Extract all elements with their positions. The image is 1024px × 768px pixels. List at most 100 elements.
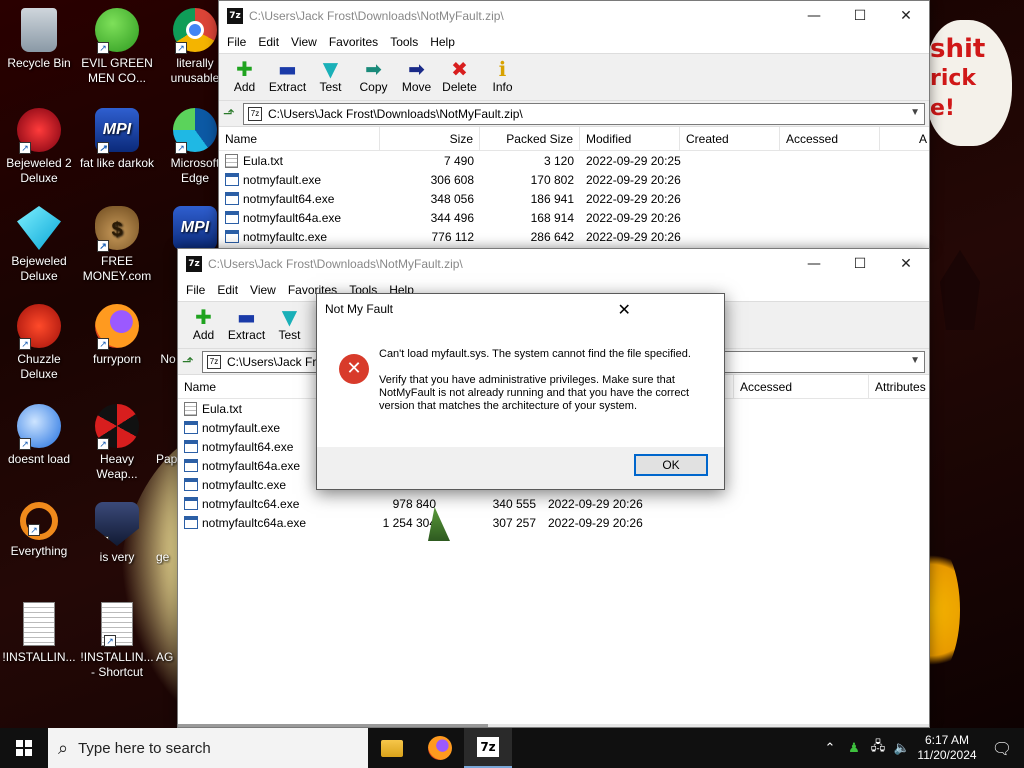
folder-up-icon[interactable]: ⬏ (223, 106, 243, 122)
table-row[interactable]: notmyfault64a.exe 344 496 168 914 2022-09-2… (219, 208, 929, 227)
move-button[interactable]: ➡ Move (395, 54, 438, 94)
extract-button[interactable]: ▬ Extract (266, 54, 309, 94)
clock-time: 6:17 AM (924, 733, 970, 747)
col-accessed[interactable]: Accessed (733, 375, 869, 398)
user-icon[interactable]: ♟ (842, 741, 866, 756)
desktop-icon-bejeweled-2[interactable]: ↗ Bejeweled 2 Deluxe (0, 108, 78, 186)
exe-file-icon (184, 440, 198, 453)
close-icon[interactable]: ✕ (883, 1, 929, 31)
minimize-icon[interactable]: — (791, 1, 837, 31)
test-label: Test (278, 328, 301, 342)
desktop-icon-everything[interactable]: ↗ Everything (0, 502, 78, 559)
table-row[interactable]: notmyfault64.exe 348 056 186 941 2022-09-29… (219, 189, 929, 208)
col-size[interactable]: Size (380, 127, 480, 150)
search-box[interactable]: ⌕ Type here to search (48, 728, 368, 768)
desktop: shit rick e! Recycle Bin ↗ EVIL GREEN MEN… (0, 0, 1024, 728)
desktop-icon-bejeweled[interactable]: Bejeweled Deluxe (0, 206, 78, 284)
desktop-icon-recycle-bin[interactable]: Recycle Bin (0, 8, 78, 71)
desktop-icon-fat-like-darkok[interactable]: MPI ↗ fat like darkok (78, 108, 156, 171)
maximize-icon[interactable]: ☐ (837, 1, 883, 31)
menu-view[interactable]: View (285, 35, 323, 49)
clock[interactable]: 6:17 AM 11/20/2024 (914, 733, 980, 763)
network-icon[interactable]: 🖧 (866, 737, 890, 759)
desktop-icon-installing-shortcut[interactable]: ↗ !INSTALLIN... - Shortcut (78, 602, 156, 680)
col-accessed[interactable]: Accessed (780, 127, 880, 150)
shortcut-arrow-icon: ↗ (97, 42, 109, 54)
shield-icon: ↗ (95, 502, 139, 546)
table-row[interactable]: notmyfaultc64.exe 978 840 340 555 2022-09-2… (178, 494, 929, 513)
copy-button[interactable]: ➡ Copy (352, 54, 395, 94)
start-button[interactable] (0, 728, 48, 768)
back-7zip-window[interactable]: 7z C:\Users\Jack Frost\Downloads\NotMyFau… (218, 0, 930, 250)
file-packed: 286 642 (530, 229, 574, 244)
close-icon[interactable]: ✕ (525, 300, 725, 319)
add-button[interactable]: ✚ Add (182, 302, 225, 342)
chevron-down-icon[interactable]: ▼ (910, 355, 920, 366)
shortcut-arrow-icon: ↗ (175, 42, 187, 54)
table-row[interactable]: notmyfaultc64a.exe 1 254 304 307 257 2022-0… (178, 513, 929, 532)
dialog-titlebar[interactable]: Not My Fault ✕ (317, 294, 724, 324)
folder-up-icon[interactable]: ⬏ (182, 354, 202, 370)
menu-edit[interactable]: Edit (211, 283, 244, 297)
menu-help[interactable]: Help (424, 35, 461, 49)
desktop-icon-chuzzle[interactable]: ↗ Chuzzle Deluxe (0, 304, 78, 382)
maximize-icon[interactable]: ☐ (837, 249, 883, 279)
desktop-icon-heavy-weapon[interactable]: ↗ Heavy Weap... (78, 404, 156, 482)
exe-file-icon (184, 421, 198, 434)
taskbar-7zip[interactable]: 7z (464, 728, 512, 768)
desktop-icon-installing[interactable]: !INSTALLIN... (0, 602, 78, 665)
money-bag-icon: $ ↗ (95, 206, 139, 252)
col-modified[interactable]: Modified (580, 127, 680, 150)
taskbar-firefox[interactable] (416, 728, 464, 768)
file-packed: 168 914 (530, 210, 574, 225)
titlebar[interactable]: 7z C:\Users\Jack Frost\Downloads\NotMyFau… (178, 249, 929, 279)
ok-button[interactable]: OK (634, 454, 708, 476)
menu-favorites[interactable]: Favorites (323, 35, 384, 49)
col-created[interactable]: Created (680, 127, 780, 150)
desktop-icon-is-very[interactable]: ↗ is very (78, 502, 156, 565)
menu-edit[interactable]: Edit (252, 35, 285, 49)
desktop-icon-furryporn[interactable]: ↗ furryporn (78, 304, 156, 367)
edge-icon: ↗ (173, 108, 217, 154)
menu-file[interactable]: File (180, 283, 211, 297)
scrollbar-thumb[interactable] (178, 724, 488, 727)
error-dialog[interactable]: Not My Fault ✕ ✕ Can't load myfault.sys. … (316, 293, 725, 490)
col-name[interactable]: Name (219, 127, 380, 150)
extract-button[interactable]: ▬ Extract (225, 302, 268, 342)
taskbar-file-explorer[interactable] (368, 728, 416, 768)
file-modified: 2022-09-29 20:25 (586, 153, 681, 168)
col-packed-size[interactable]: Packed Size (480, 127, 580, 150)
menu-view[interactable]: View (244, 283, 282, 297)
file-name: notmyfault.exe (243, 172, 322, 187)
file-size: 776 112 (431, 229, 475, 244)
desktop-icon-free-money[interactable]: $ ↗ FREE MONEY.com (78, 206, 156, 284)
table-row[interactable]: notmyfault.exe 306 608 170 802 2022-09-29 2… (219, 170, 929, 189)
file-modified: 2022-09-29 20:26 (586, 191, 681, 206)
table-row[interactable]: Eula.txt 7 490 3 120 2022-09-29 20:25 (219, 151, 929, 170)
col-attributes[interactable]: Attributes (869, 375, 929, 398)
notification-icon[interactable]: 🗨 (980, 739, 1024, 758)
info-button[interactable]: ℹ Info (481, 54, 524, 94)
col-attributes[interactable]: A (880, 127, 929, 150)
desktop-icon-evil-green-men[interactable]: ↗ EVIL GREEN MEN CO... (78, 8, 156, 86)
system-tray: ⌃ ♟ 🖧 🔈 6:17 AM 11/20/2024 🗨 (818, 728, 1024, 768)
close-icon[interactable]: ✕ (883, 249, 929, 279)
chevron-up-icon[interactable]: ⌃ (818, 741, 842, 756)
delete-button[interactable]: ✖ Delete (438, 54, 481, 94)
menu-file[interactable]: File (221, 35, 252, 49)
address-bar: ⬏ 7z C:\Users\Jack Frost\Downloads\NotMyFa… (219, 101, 929, 127)
table-row[interactable]: notmyfaultc.exe 776 112 286 642 2022-09-29 … (219, 227, 929, 246)
chevron-down-icon[interactable]: ▼ (910, 107, 920, 118)
titlebar[interactable]: 7z C:\Users\Jack Frost\Downloads\NotMyFau… (219, 1, 929, 31)
search-icon: ⌕ (58, 737, 69, 759)
desktop-icon-doesnt-load[interactable]: ↗ doesnt load (0, 404, 78, 467)
horizontal-scrollbar[interactable] (178, 724, 929, 727)
address-input[interactable]: 7z C:\Users\Jack Frost\Downloads\NotMyFau… (243, 102, 925, 125)
volume-icon[interactable]: 🔈 (890, 741, 914, 756)
add-button[interactable]: ✚ Add (223, 54, 266, 94)
test-button[interactable]: ▼ Test (268, 302, 311, 342)
menu-tools[interactable]: Tools (384, 35, 424, 49)
mpi-icon: MPI (173, 206, 217, 250)
minimize-icon[interactable]: — (791, 249, 837, 279)
test-button[interactable]: ▼ Test (309, 54, 352, 94)
